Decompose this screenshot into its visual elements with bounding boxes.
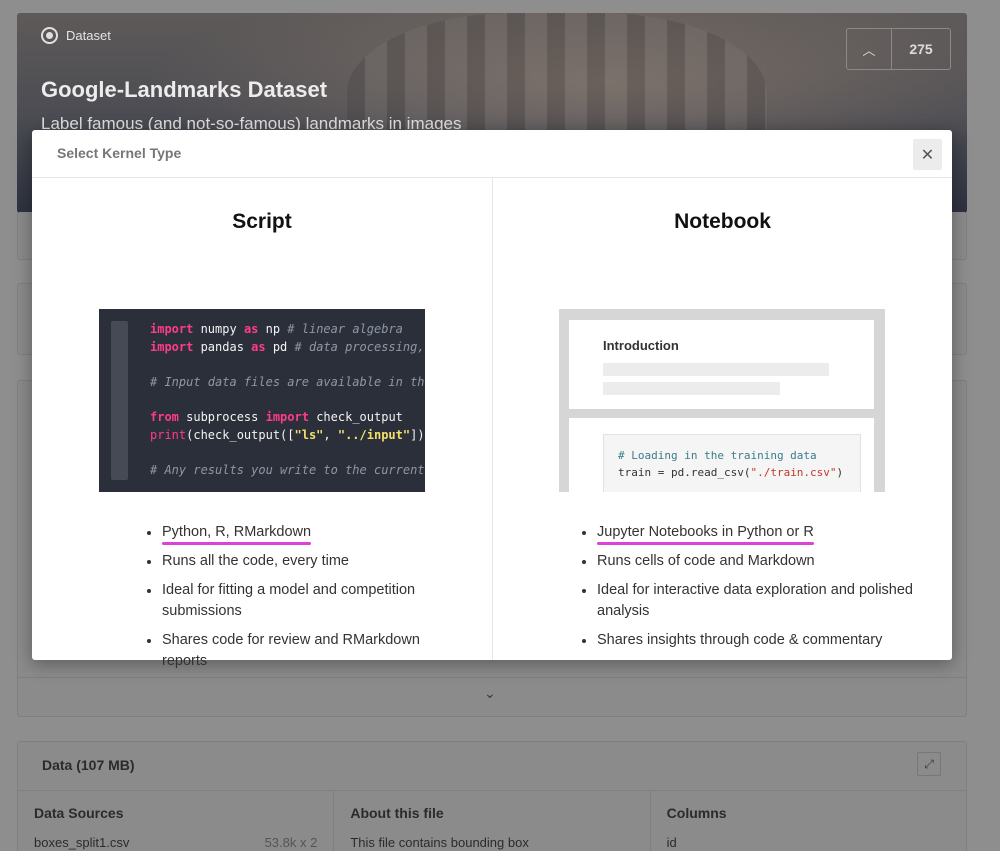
modal-header: Select Kernel Type ✕ — [32, 130, 952, 178]
data-sources-column: Data Sources boxes_split1.csv 53.8k x 2 — [18, 791, 335, 851]
list-item: Python, R, RMarkdown — [147, 522, 451, 543]
modal-body: Script import numpy as np # linear algeb… — [32, 178, 952, 669]
code-line: print(check_output(["ls", "../input"]) — [150, 427, 425, 442]
about-file-text: This file contains bounding box — [350, 835, 529, 850]
code-line: import pandas as pd # data processing, — [150, 339, 425, 354]
script-features: Python, R, RMarkdown Runs all the code, … — [147, 522, 451, 680]
list-item: Runs all the code, every time — [147, 551, 451, 572]
code-cell: # Loading in the training data train = pd… — [569, 418, 874, 492]
columns-heading: Columns — [666, 805, 727, 821]
list-item: Shares code for review and RMarkdown rep… — [147, 630, 451, 672]
feature-highlight: Jupyter Notebooks in Python or R — [597, 524, 814, 540]
code-line: import numpy as np # linear algebra — [150, 322, 403, 336]
dataset-type: Dataset — [41, 27, 111, 44]
data-columns: Data Sources boxes_split1.csv 53.8k x 2 … — [18, 790, 966, 851]
data-section: Data (107 MB) ⤢ Data Sources boxes_split… — [17, 741, 967, 851]
markdown-cell: Introduction — [569, 320, 874, 409]
close-icon: ✕ — [920, 146, 935, 164]
data-sources-heading: Data Sources — [34, 805, 124, 821]
expand-button[interactable]: ⤢ — [917, 752, 941, 776]
notebook-code: # Loading in the training data train = pd… — [603, 434, 861, 492]
dataset-title: Google-Landmarks Dataset — [41, 77, 328, 102]
notebook-features: Jupyter Notebooks in Python or R Runs ce… — [582, 522, 916, 659]
script-preview: import numpy as np # linear algebra impor… — [99, 309, 425, 492]
select-kernel-modal: Select Kernel Type ✕ Script import numpy… — [32, 130, 952, 669]
text-placeholder — [603, 363, 829, 376]
list-item: Shares insights through code & commentar… — [582, 630, 916, 651]
list-item: Ideal for fitting a model and competitio… — [147, 580, 451, 622]
script-option[interactable]: Script import numpy as np # linear algeb… — [32, 178, 492, 669]
file-name: boxes_split1.csv — [34, 835, 130, 850]
notebook-preview: Introduction # Loading in the training d… — [559, 309, 885, 492]
notebook-option[interactable]: Notebook Introduction # Loading in the t… — [492, 178, 952, 660]
chevron-up-icon: ︿ — [862, 42, 876, 58]
script-heading: Script — [232, 210, 292, 233]
dataset-icon — [41, 27, 58, 44]
code-line: # Input data files are available in th — [150, 374, 425, 389]
close-button[interactable]: ✕ — [913, 139, 942, 170]
upvote-button[interactable]: ︿ — [847, 29, 892, 69]
list-item: Runs cells of code and Markdown — [582, 551, 916, 572]
about-file-column: About this file This file contains bound… — [334, 791, 651, 851]
columns-column: Columns id — [651, 791, 966, 851]
editor-gutter — [111, 321, 128, 480]
expand-icon: ⤢ — [924, 756, 934, 771]
data-section-title: Data (107 MB) — [42, 757, 135, 773]
list-item: Ideal for interactive data exploration a… — [582, 580, 916, 622]
list-item: Jupyter Notebooks in Python or R — [582, 522, 916, 543]
column-item[interactable]: id — [667, 835, 950, 850]
vote-widget: ︿ 275 — [846, 28, 951, 70]
file-dimensions: 53.8k x 2 — [264, 835, 318, 850]
modal-title: Select Kernel Type — [57, 145, 182, 161]
code-line: # Any results you write to the current — [150, 462, 425, 477]
code-line: from subprocess import check_output — [150, 409, 403, 424]
feature-highlight: Python, R, RMarkdown — [162, 524, 312, 540]
about-file-heading: About this file — [350, 805, 444, 821]
notebook-intro-title: Introduction — [603, 338, 679, 353]
notebook-heading: Notebook — [674, 210, 771, 233]
script-code: import numpy as np # linear algebra impor… — [150, 321, 425, 479]
data-source-item[interactable]: boxes_split1.csv 53.8k x 2 — [34, 835, 317, 850]
dataset-type-label: Dataset — [66, 28, 111, 43]
vote-count: 275 — [909, 41, 933, 57]
text-placeholder — [603, 382, 780, 395]
chevron-down-icon[interactable]: ⌄ — [484, 685, 496, 702]
